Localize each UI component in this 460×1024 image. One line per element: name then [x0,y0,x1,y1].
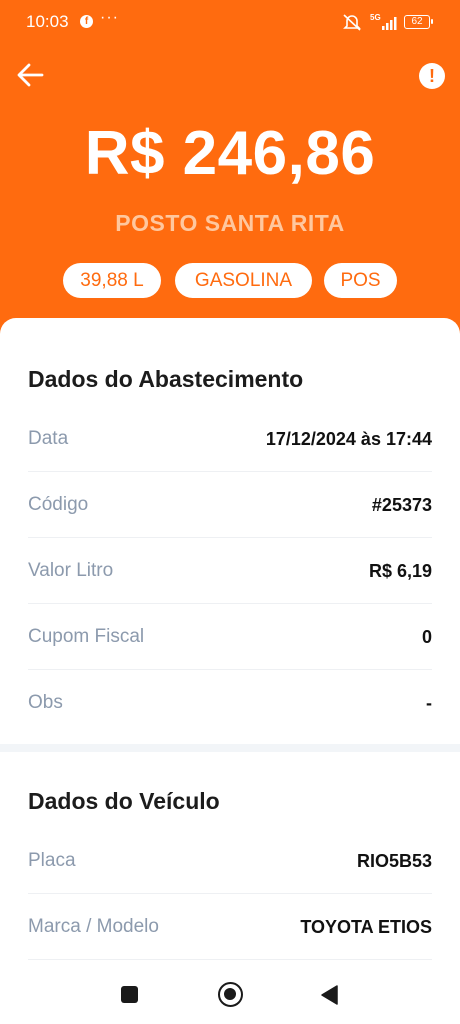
home-icon[interactable] [218,982,243,1007]
back-triangle-icon[interactable] [319,984,339,1006]
signal-5g-icon: 5G [370,13,397,30]
more-notifications-indicator: ··· [100,9,119,26]
detail-row-plate: Placa RIO5B53 [28,828,432,894]
refuel-chips: 39,88 L GASOLINA POS [0,263,460,299]
row-label: Valor Litro [28,560,114,581]
row-value: 0 [421,627,432,647]
detail-row-fiscal-coupon: Cupom Fiscal 0 [28,604,432,670]
detail-row-make-model: Marca / Modelo TOYOTA ETIOS [28,894,432,960]
svg-text:5G: 5G [370,13,381,22]
fuel-type-chip: GASOLINA [175,263,312,298]
section-divider [0,744,460,752]
row-value: #25373 [371,495,432,515]
facebook-icon: f [80,15,93,28]
detail-row-date: Data 17/12/2024 às 17:44 [28,406,432,472]
detail-row-price-per-liter: Valor Litro R$ 6,19 [28,538,432,604]
row-value: R$ 6,19 [368,561,432,581]
total-amount: R$ 246,86 [84,119,376,188]
battery-icon: 62 [404,15,433,29]
row-label: Marca / Modelo [28,916,159,937]
status-bar: 10:03 f ··· 5G 62 [0,0,460,44]
exclamation-circle-icon[interactable]: ! [419,63,445,89]
row-value: - [426,693,432,713]
detail-row-notes: Obs - [28,670,432,736]
refuel-detail-screen: 10:03 f ··· 5G 62 ! R$ 246,86 POSTO SANT… [0,0,460,1024]
arrow-left-icon[interactable] [14,58,48,92]
row-label: Obs [28,692,63,713]
row-label: Código [28,494,89,515]
row-value: 17/12/2024 às 17:44 [265,429,432,449]
row-label: Data [28,428,69,449]
details-card: Dados do Abastecimento Data 17/12/2024 à… [0,318,460,1024]
status-time: 10:03 [26,12,69,31]
header-banner: 10:03 f ··· 5G 62 ! R$ 246,86 POSTO SANT… [0,0,460,360]
row-label: Placa [28,850,76,871]
volume-chip: 39,88 L [63,263,161,298]
refuel-section-title: Dados do Abastecimento [28,366,304,392]
row-value: TOYOTA ETIOS [300,917,432,937]
recent-apps-icon[interactable] [121,986,138,1003]
station-name: POSTO SANTA RITA [115,210,345,236]
row-label: Cupom Fiscal [28,626,145,647]
vehicle-section-title: Dados do Veículo [28,788,220,814]
silent-mode-icon [343,14,361,31]
detail-row-code: Código #25373 [28,472,432,538]
system-navigation-bar [0,966,460,1024]
payment-method-chip: POS [324,263,397,298]
row-value: RIO5B53 [356,851,432,871]
